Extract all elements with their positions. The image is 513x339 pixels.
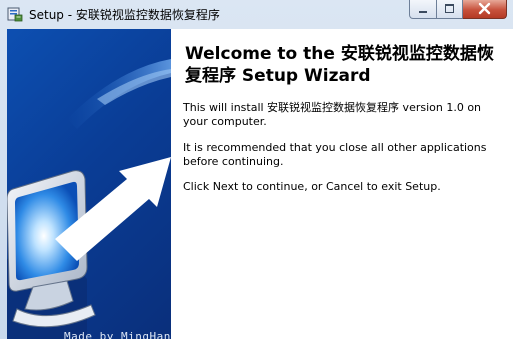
- close-icon: [478, 2, 491, 15]
- instruction-text: Click Next to continue, or Cancel to exi…: [183, 180, 441, 193]
- setup-window: Setup - 安联锐视监控数据恢复程序 Made by MingHan Wel…: [0, 0, 513, 339]
- setup-app-icon: [7, 7, 23, 22]
- maximize-icon: [445, 4, 454, 13]
- maximize-button[interactable]: [437, 0, 463, 19]
- watermark-text: Made by MingHan: [64, 330, 171, 339]
- computer-monitor-arrow-icon: [7, 59, 171, 339]
- minimize-button[interactable]: [409, 0, 437, 19]
- wizard-heading: Welcome to the 安联锐视监控数据恢复程序 Setup Wizard: [185, 44, 494, 86]
- window-title: Setup - 安联锐视监控数据恢复程序: [29, 8, 220, 22]
- minimize-icon: [419, 11, 427, 13]
- wizard-page: Made by MingHan Welcome to the 安联锐视监控数据恢…: [7, 29, 513, 339]
- wizard-side-panel: Made by MingHan: [7, 29, 171, 339]
- close-button[interactable]: [463, 0, 507, 19]
- recommendation-text: It is recommended that you close all oth…: [183, 141, 487, 168]
- install-info-text: This will install 安联锐视监控数据恢复程序 version 1…: [183, 101, 482, 128]
- title-bar[interactable]: Setup - 安联锐视监控数据恢复程序: [0, 0, 513, 28]
- caption-buttons: [409, 0, 507, 19]
